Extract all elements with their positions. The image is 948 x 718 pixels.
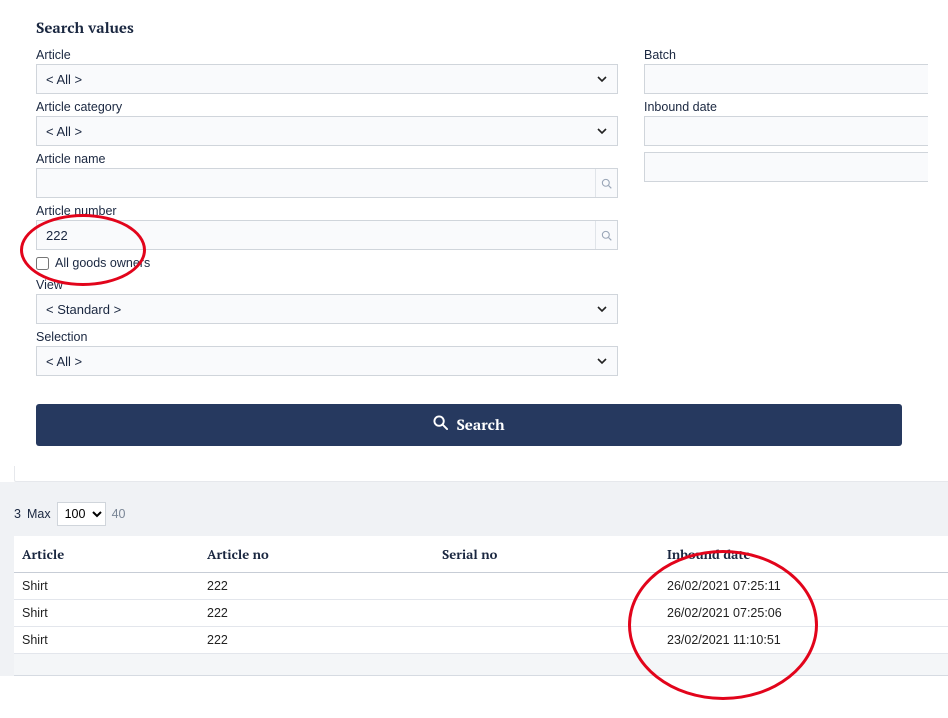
- selection-label: Selection: [36, 330, 618, 344]
- pager-max-label: Max: [27, 507, 51, 521]
- article-field-wrap: Article < All >: [36, 48, 618, 94]
- cell-article: Shirt: [14, 627, 199, 654]
- article-category-select-value: < All >: [46, 124, 82, 139]
- article-name-label: Article name: [36, 152, 618, 166]
- cell-serial-no: [434, 573, 659, 600]
- cell-article-no: 222: [199, 627, 434, 654]
- view-label: View: [36, 278, 618, 292]
- search-icon[interactable]: [595, 221, 617, 249]
- table-row[interactable]: Shirt222 26/02/2021 07:25:11: [14, 573, 948, 600]
- chevron-down-icon: [596, 303, 608, 315]
- page-title: Search values: [36, 18, 928, 38]
- batch-field-wrap: Batch: [644, 48, 928, 94]
- chevron-down-icon: [596, 73, 608, 85]
- article-number-field-wrap: Article number: [36, 204, 618, 250]
- table-header-row: Article Article no Serial no Inbound dat…: [14, 536, 948, 573]
- panel-divider: [14, 466, 948, 482]
- batch-label: Batch: [644, 48, 928, 62]
- search-button-label: Search: [456, 415, 504, 435]
- batch-input-wrap: [644, 64, 928, 94]
- chevron-down-icon: [596, 355, 608, 367]
- article-number-input[interactable]: [37, 221, 595, 249]
- search-icon[interactable]: [595, 169, 617, 197]
- col-inbound-date[interactable]: Inbound date: [659, 536, 948, 573]
- cell-article-no: 222: [199, 600, 434, 627]
- view-select-value: < Standard >: [46, 302, 121, 317]
- table-footer: [14, 654, 948, 676]
- cell-serial-no: [434, 627, 659, 654]
- view-select[interactable]: < Standard >: [36, 294, 618, 324]
- cell-article-no: 222: [199, 573, 434, 600]
- article-select-value: < All >: [46, 72, 82, 87]
- page-size-select[interactable]: 100: [57, 502, 106, 526]
- col-article[interactable]: Article: [14, 536, 199, 573]
- cell-article: Shirt: [14, 600, 199, 627]
- unnamed-input[interactable]: [645, 153, 928, 181]
- article-name-input[interactable]: [37, 169, 595, 197]
- chevron-down-icon: [596, 125, 608, 137]
- article-number-label: Article number: [36, 204, 618, 218]
- result-count: 3: [14, 507, 21, 521]
- search-icon: [433, 415, 448, 435]
- table-row[interactable]: Shirt222 26/02/2021 07:25:06: [14, 600, 948, 627]
- inbound-date-label: Inbound date: [644, 100, 928, 114]
- unnamed-input-wrap: [644, 152, 928, 182]
- article-label: Article: [36, 48, 618, 62]
- cell-inbound-date: 26/02/2021 07:25:06: [659, 600, 948, 627]
- cell-inbound-date: 23/02/2021 11:10:51: [659, 627, 948, 654]
- pager-total: 40: [112, 507, 126, 521]
- view-field-wrap: View < Standard >: [36, 278, 618, 324]
- pager: 3 Max 100 40: [14, 496, 948, 536]
- cell-article: Shirt: [14, 573, 199, 600]
- article-category-field-wrap: Article category < All >: [36, 100, 618, 146]
- article-name-input-wrap: [36, 168, 618, 198]
- batch-input[interactable]: [645, 65, 928, 93]
- article-category-select[interactable]: < All >: [36, 116, 618, 146]
- cell-serial-no: [434, 600, 659, 627]
- article-number-input-wrap: [36, 220, 618, 250]
- all-goods-owners-checkbox[interactable]: All goods owners: [36, 256, 618, 270]
- article-select[interactable]: < All >: [36, 64, 618, 94]
- search-panel: Search values Article < All > Article ca…: [0, 0, 948, 466]
- selection-select[interactable]: < All >: [36, 346, 618, 376]
- search-button[interactable]: Search: [36, 404, 902, 446]
- unnamed-field-wrap: [644, 152, 928, 182]
- selection-select-value: < All >: [46, 354, 82, 369]
- inbound-date-field-wrap: Inbound date: [644, 100, 928, 146]
- cell-inbound-date: 26/02/2021 07:25:11: [659, 573, 948, 600]
- inbound-date-input[interactable]: [645, 117, 928, 145]
- inbound-date-input-wrap: [644, 116, 928, 146]
- col-article-no[interactable]: Article no: [199, 536, 434, 573]
- table-row[interactable]: Shirt222 23/02/2021 11:10:51: [14, 627, 948, 654]
- all-goods-owners-label: All goods owners: [55, 256, 150, 270]
- article-category-label: Article category: [36, 100, 618, 114]
- article-name-field-wrap: Article name: [36, 152, 618, 198]
- results-area: 3 Max 100 40 Article Article no Serial n…: [0, 482, 948, 676]
- col-serial-no[interactable]: Serial no: [434, 536, 659, 573]
- results-table: Article Article no Serial no Inbound dat…: [14, 536, 948, 654]
- search-form: Article < All > Article category < All >: [36, 48, 928, 382]
- selection-field-wrap: Selection < All >: [36, 330, 618, 376]
- all-goods-owners-checkbox-input[interactable]: [36, 257, 49, 270]
